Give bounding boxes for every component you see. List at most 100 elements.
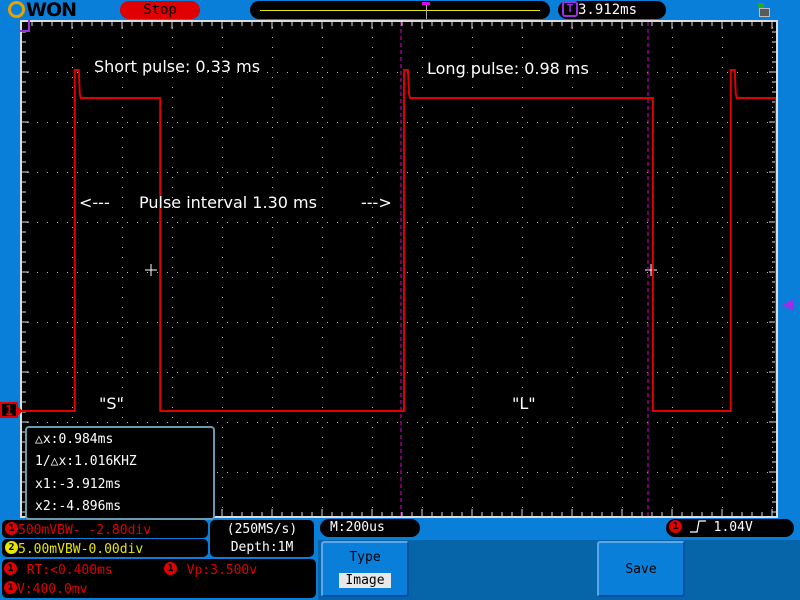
grid-dot <box>497 172 498 173</box>
grid-dot <box>322 187 323 188</box>
grid-dot <box>322 287 323 288</box>
grid-dot <box>687 372 688 373</box>
grid-dot <box>187 122 188 123</box>
grid-dot <box>597 72 598 73</box>
grid-dot <box>622 487 623 488</box>
grid-dot <box>207 122 208 123</box>
grid-dot <box>422 347 423 348</box>
grid-dot <box>122 207 123 208</box>
grid-dot <box>587 472 588 473</box>
grid-dot <box>622 157 623 158</box>
grid-dot <box>637 322 638 323</box>
run-state-indicator[interactable]: Stop <box>120 1 200 19</box>
grid-dot <box>477 222 478 223</box>
grid-dot <box>272 437 273 438</box>
grid-dot <box>572 447 573 448</box>
grid-dot <box>122 37 123 38</box>
grid-dot <box>522 477 523 478</box>
grid-dot <box>517 472 518 473</box>
grid-dot <box>727 472 728 473</box>
grid-dot <box>547 222 548 223</box>
grid-dot <box>247 472 248 473</box>
grid-dot <box>417 372 418 373</box>
grid-dot <box>372 257 373 258</box>
grid-dot <box>457 272 458 273</box>
grid-dot <box>522 467 523 468</box>
grid-dot <box>437 272 438 273</box>
grid-dot <box>472 187 473 188</box>
grid-dot <box>457 122 458 123</box>
grid-dot <box>122 227 123 228</box>
trigger-status[interactable]: 1 1.04V <box>666 519 794 537</box>
grid-dot <box>272 367 273 368</box>
save-button[interactable]: Save <box>597 541 685 597</box>
grid-dot <box>772 467 773 468</box>
grid-dot <box>772 447 773 448</box>
grid-dot <box>322 447 323 448</box>
grid-dot <box>722 207 723 208</box>
grid-dot <box>672 327 673 328</box>
grid-dot <box>672 87 673 88</box>
grid-dot <box>557 322 558 323</box>
ch2-status[interactable]: 2 5.00mVBW-0.00div <box>2 539 208 557</box>
grid-dot <box>222 147 223 148</box>
grid-dot <box>122 257 123 258</box>
grid-dot <box>197 122 198 123</box>
grid-dot <box>572 267 573 268</box>
grid-dot <box>277 72 278 73</box>
grid-dot <box>222 257 223 258</box>
grid-dot <box>522 37 523 38</box>
grid-dot <box>72 277 73 278</box>
grid-dot <box>57 372 58 373</box>
grid-dot <box>237 372 238 373</box>
trigger-level-marker-icon[interactable] <box>782 299 794 311</box>
grid-dot <box>272 187 273 188</box>
grid-dot <box>722 227 723 228</box>
grid-dot <box>422 387 423 388</box>
grid-dot <box>522 257 523 258</box>
grid-dot <box>357 472 358 473</box>
grid-dot <box>122 267 123 268</box>
grid-dot <box>47 322 48 323</box>
grid-dot <box>367 372 368 373</box>
grid-dot <box>247 222 248 223</box>
grid-dot <box>47 172 48 173</box>
grid-dot <box>687 122 688 123</box>
grid-dot <box>227 422 228 423</box>
ch1-ground-marker[interactable]: 1 <box>0 402 23 419</box>
grid-dot <box>422 87 423 88</box>
grid-dot <box>572 247 573 248</box>
grid-dot <box>772 37 773 38</box>
grid-dot <box>772 487 773 488</box>
grid-dot <box>267 422 268 423</box>
grid-dot <box>397 322 398 323</box>
grid-dot <box>322 507 323 508</box>
grid-dot <box>572 167 573 168</box>
grid-dot <box>722 197 723 198</box>
grid-dot <box>747 272 748 273</box>
grid-dot <box>727 372 728 373</box>
grid-dot <box>322 87 323 88</box>
ch1-status[interactable]: 1 500mVBW- -2.80div <box>2 520 208 538</box>
ch1-badge-icon: 1 <box>5 522 18 535</box>
grid-dot <box>772 327 773 328</box>
grid-dot <box>222 447 223 448</box>
grid-dot <box>272 477 273 478</box>
grid-dot <box>287 222 288 223</box>
type-softkey[interactable]: Type Image <box>321 541 409 597</box>
grid-dot <box>372 447 373 448</box>
grid-dot <box>672 307 673 308</box>
grid-dot <box>372 227 373 228</box>
grid-dot <box>477 122 478 123</box>
timebase-status[interactable]: M:200us <box>320 519 420 537</box>
grid-dot <box>72 67 73 68</box>
grid-dot <box>622 127 623 128</box>
grid-dot <box>207 422 208 423</box>
grid-dot <box>277 172 278 173</box>
grid-dot <box>97 322 98 323</box>
grid-dot <box>372 297 373 298</box>
grid-dot <box>627 422 628 423</box>
grid-dot <box>472 337 473 338</box>
grid-dot <box>67 372 68 373</box>
grid-dot <box>772 387 773 388</box>
